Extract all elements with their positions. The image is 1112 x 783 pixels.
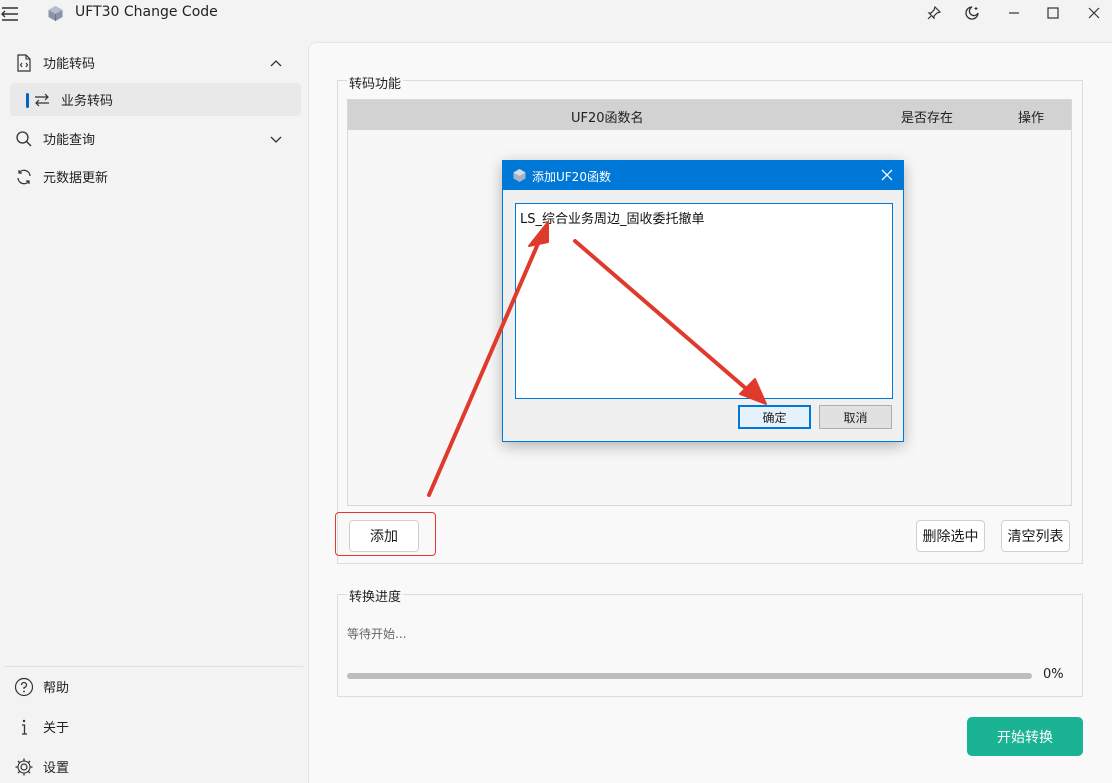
chevron-up-icon[interactable] (269, 56, 283, 70)
progress-status: 等待开始... (347, 627, 407, 641)
app-logo-icon (47, 5, 64, 22)
sidebar-item-label: 功能查询 (43, 133, 96, 148)
transcode-group-title: 转码功能 (347, 73, 404, 92)
progress-bar (347, 673, 1032, 679)
help-icon (14, 677, 34, 697)
swap-arrows-icon (32, 90, 52, 110)
start-convert-button[interactable]: 开始转换 (967, 717, 1083, 756)
sidebar-item-label: 元数据更新 (43, 171, 109, 186)
sidebar-item-label: 业务转码 (61, 94, 114, 109)
maximize-button[interactable] (1041, 2, 1065, 24)
close-button[interactable] (1082, 2, 1106, 24)
title-bar: UFT30 Change Code (0, 0, 1112, 28)
menu-icon[interactable] (0, 6, 20, 22)
progress-group-title: 转换进度 (347, 586, 404, 605)
selection-indicator (26, 93, 29, 108)
maximize-icon (1047, 7, 1059, 19)
moon-sun-icon (965, 6, 979, 20)
chevron-down-icon[interactable] (269, 132, 283, 146)
progress-group (337, 594, 1083, 697)
dialog-title: 添加UF20函数 (532, 170, 611, 184)
close-icon (1088, 7, 1100, 19)
app-logo-icon (513, 169, 526, 182)
progress-percent: 0% (1043, 667, 1064, 682)
add-button[interactable]: 添加 (349, 520, 419, 552)
ok-button[interactable]: 确定 (738, 405, 811, 429)
minimize-button[interactable] (1002, 2, 1026, 24)
sidebar-item-function-transcode[interactable]: 功能转码 (10, 46, 301, 79)
pin-button[interactable] (922, 2, 946, 24)
sidebar: 功能转码 业务转码 功能查询 元数据更新 帮助 关于 设置 (0, 40, 306, 783)
window-title: UFT30 Change Code (75, 4, 218, 20)
clear-list-button[interactable]: 清空列表 (1001, 520, 1070, 552)
minimize-icon (1009, 12, 1019, 14)
search-icon (14, 129, 34, 149)
table-header: UF20函数名 是否存在 操作 (348, 100, 1071, 130)
cancel-button[interactable]: 取消 (819, 405, 892, 429)
column-header-exists[interactable]: 是否存在 (901, 107, 953, 126)
file-code-icon (14, 53, 34, 73)
theme-button[interactable] (960, 2, 984, 24)
sidebar-item-metadata-update[interactable]: 元数据更新 (10, 160, 301, 193)
column-header-action[interactable]: 操作 (1018, 107, 1044, 126)
close-icon[interactable] (879, 167, 895, 183)
sidebar-item-about[interactable]: 关于 (10, 710, 301, 743)
sidebar-item-settings[interactable]: 设置 (10, 750, 301, 783)
sidebar-item-label: 功能转码 (43, 57, 96, 72)
sidebar-divider (4, 666, 303, 667)
sidebar-item-help[interactable]: 帮助 (10, 670, 301, 703)
sidebar-item-function-query[interactable]: 功能查询 (10, 122, 301, 155)
sidebar-item-business-transcode[interactable]: 业务转码 (10, 83, 301, 116)
refresh-icon (14, 167, 34, 187)
add-function-dialog: 添加UF20函数 LS_综合业务周边_固收委托撤单 确定 取消 (502, 160, 904, 442)
gear-icon (14, 757, 34, 777)
info-icon (14, 717, 34, 737)
sidebar-item-label: 设置 (43, 761, 70, 776)
delete-selected-button[interactable]: 删除选中 (916, 520, 985, 552)
column-header-function-name[interactable]: UF20函数名 (571, 107, 644, 126)
pin-icon (927, 5, 942, 20)
sidebar-item-label: 关于 (43, 721, 70, 736)
dialog-title-bar: 添加UF20函数 (503, 161, 903, 190)
function-name-textarea[interactable]: LS_综合业务周边_固收委托撤单 (515, 203, 893, 399)
sidebar-item-label: 帮助 (43, 681, 70, 696)
